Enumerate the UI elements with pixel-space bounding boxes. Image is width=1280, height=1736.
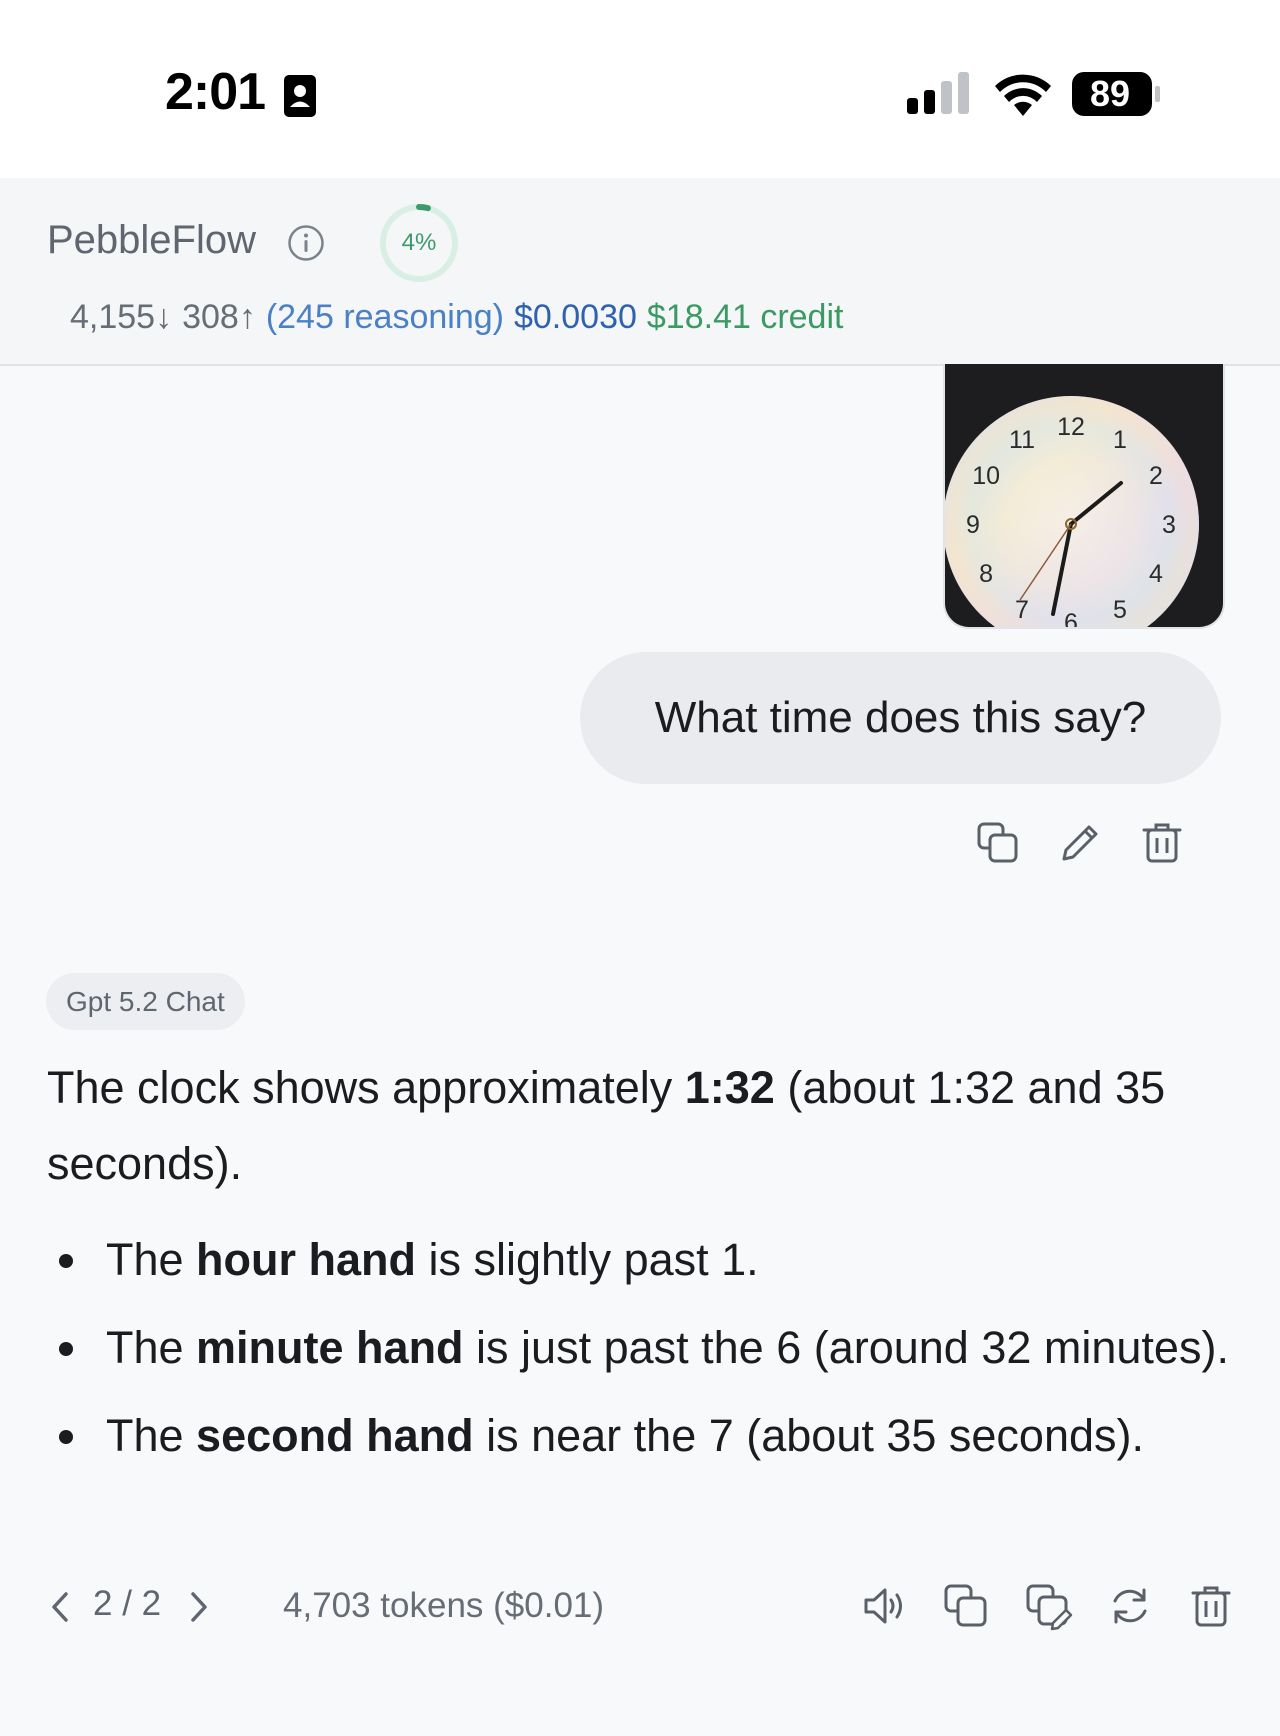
clock-numeral: 7 [1015, 596, 1029, 624]
contact-card-icon [284, 75, 316, 117]
clock-numeral: 6 [1064, 609, 1078, 627]
input-token-count: 4,155↓ [70, 298, 173, 336]
status-time: 2:01 [165, 63, 266, 121]
status-bar: 2:01 89 [0, 0, 1280, 178]
clock-numeral: 5 [1113, 596, 1127, 624]
copy-icon[interactable] [975, 820, 1021, 866]
conversation-cost: $0.0030 [513, 298, 637, 336]
trash-icon[interactable] [1188, 1582, 1234, 1630]
clock-numeral: 10 [972, 462, 1000, 490]
answer-time-bold: 1:32 [684, 1062, 775, 1113]
model-badge: Gpt 5.2 Chat [46, 973, 245, 1030]
speaker-icon[interactable] [860, 1582, 908, 1630]
credit-balance: $18.41 credit [646, 298, 844, 336]
response-pager: 2 / 2 [93, 1584, 162, 1623]
chevron-left-icon[interactable] [48, 1590, 70, 1624]
regenerate-icon[interactable] [1106, 1582, 1154, 1630]
trash-icon[interactable] [1139, 820, 1185, 866]
user-message-bubble: What time does this say? [580, 652, 1221, 784]
info-icon[interactable] [287, 224, 325, 262]
chevron-right-icon[interactable] [189, 1590, 211, 1624]
assistant-answer: The clock shows approximately 1:32 (abou… [47, 1050, 1247, 1202]
clock-numeral: 2 [1149, 462, 1163, 490]
response-token-count: 4,703 tokens ($0.01) [283, 1586, 605, 1625]
clock-numeral: 4 [1149, 560, 1163, 588]
copy-icon[interactable] [942, 1582, 990, 1630]
bullet-dot [59, 1430, 73, 1444]
bullet-dot [59, 1342, 73, 1356]
clock-numeral: 8 [979, 560, 993, 588]
clock-numeral: 12 [1057, 413, 1085, 441]
list-item: The second hand is near the 7 (about 35 … [47, 1398, 1247, 1474]
pencil-icon[interactable] [1057, 820, 1103, 866]
output-token-count: 308↑ [182, 298, 256, 336]
clock-numeral: 9 [966, 511, 980, 539]
answer-bullet-list: The hour hand is slightly past 1. The mi… [47, 1222, 1247, 1486]
assistant-message-footer: 2 / 2 4,703 tokens ($0.01) [0, 1576, 1280, 1638]
cellular-signal-icon [907, 72, 969, 114]
bullet-dot [59, 1254, 73, 1268]
chat-header: PebbleFlow 4% 4,155↓ 308↑ (245 reasoning) $… [0, 178, 1280, 366]
context-usage-label: 4% [401, 229, 437, 256]
usage-stats: 4,155↓ 308↑ (245 reasoning) $0.0030 $18.41 c… [70, 298, 853, 337]
wifi-icon [995, 74, 1051, 116]
branch-copy-icon[interactable] [1024, 1582, 1074, 1632]
list-item: The hour hand is slightly past 1. [47, 1222, 1247, 1298]
list-item: The minute hand is just past the 6 (arou… [47, 1310, 1247, 1386]
attached-clock-image[interactable]: 12 1 2 3 4 5 6 7 8 9 10 11 [943, 364, 1225, 629]
answer-intro: The clock shows approximately 1:32 (abou… [47, 1062, 1166, 1189]
battery-level: 89 [1089, 73, 1131, 114]
user-message-text: What time does this say? [654, 693, 1147, 742]
app-title: PebbleFlow [47, 218, 257, 262]
clock-numeral: 11 [1009, 426, 1035, 454]
reasoning-token-count: (245 reasoning) [265, 298, 504, 336]
clock-numeral: 1 [1113, 426, 1127, 454]
clock-numeral: 3 [1162, 511, 1176, 539]
